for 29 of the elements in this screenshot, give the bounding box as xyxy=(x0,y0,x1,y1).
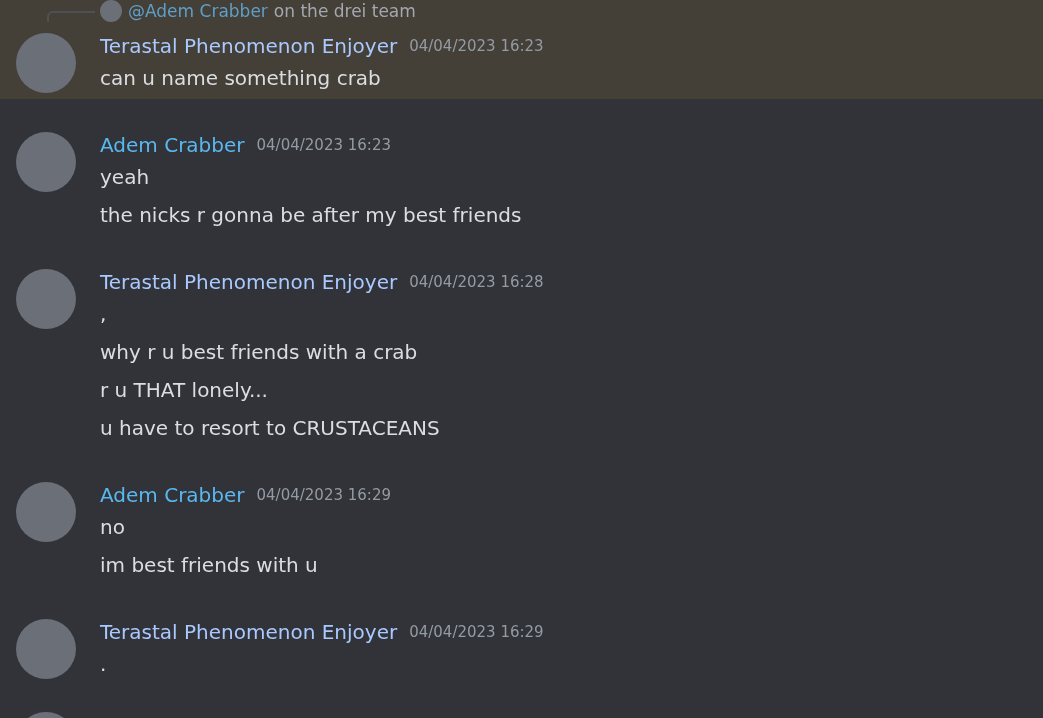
message-text: im best friends with u xyxy=(100,553,318,577)
message-text: . xyxy=(100,652,107,676)
author-name[interactable]: Adem Crabber xyxy=(100,483,245,507)
author-name[interactable]: Terastal Phenomenon Enjoyer xyxy=(100,34,398,58)
small-avatar-photo-placeholder xyxy=(100,0,122,22)
avatar-photo-placeholder[interactable] xyxy=(16,132,76,192)
message-timestamp: 04/04/2023 16:29 xyxy=(256,486,391,504)
reply-preview[interactable]: on the drei team xyxy=(273,1,416,21)
avatar-photo-placeholder[interactable] xyxy=(16,619,76,679)
message-text: , xyxy=(100,302,107,326)
message-text: u have to resort to CRUSTACEANS xyxy=(100,416,440,440)
message-timestamp: 04/04/2023 16:28 xyxy=(409,273,544,291)
author-name[interactable]: Terastal Phenomenon Enjoyer xyxy=(100,270,398,294)
message-text: why r u best friends with a crab xyxy=(100,340,418,364)
message-text: can u name something crab xyxy=(100,66,381,90)
reply-mention[interactable]: @Adem Crabber xyxy=(128,1,268,21)
message-text: the nicks r gonna be after my best friends xyxy=(100,203,522,227)
author-name[interactable]: Adem Crabber xyxy=(100,133,245,157)
message-timestamp: 04/04/2023 16:23 xyxy=(256,136,391,154)
message-text: r u THAT lonely... xyxy=(100,378,268,402)
avatar-photo-placeholder[interactable] xyxy=(16,33,76,93)
avatar-photo-placeholder[interactable] xyxy=(16,482,76,542)
reply-connector-line xyxy=(47,11,95,22)
message-text: no xyxy=(100,515,125,539)
message-text: yeah xyxy=(100,165,150,189)
message-timestamp: 04/04/2023 16:29 xyxy=(409,623,544,641)
avatar-photo-placeholder[interactable] xyxy=(16,269,76,329)
message-timestamp: 04/04/2023 16:23 xyxy=(409,37,544,55)
author-name[interactable]: Terastal Phenomenon Enjoyer xyxy=(100,620,398,644)
